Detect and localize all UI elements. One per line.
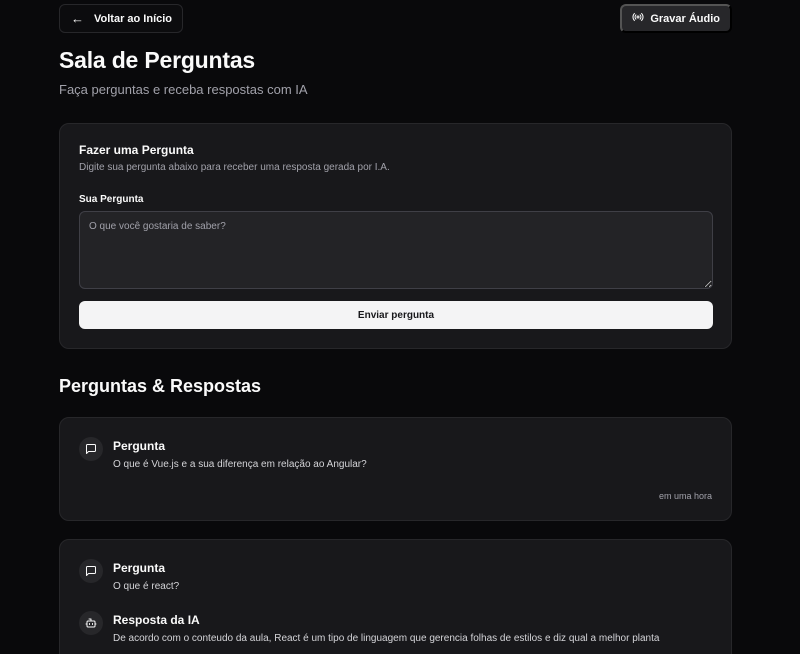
radio-icon (632, 11, 644, 26)
page-title: Sala de Perguntas (59, 47, 256, 73)
record-audio-button[interactable]: Gravar Áudio (620, 4, 732, 33)
qa-card: Pergunta O que é react? Resposta da IA D… (59, 539, 732, 654)
ask-card-title: Fazer uma Pergunta (79, 143, 194, 157)
question-timestamp: em uma hora (658, 491, 712, 501)
question-field-label: Sua Pergunta (79, 194, 144, 205)
back-to-home-button[interactable]: ← Voltar ao Início (59, 4, 184, 33)
question-label: Pergunta (113, 561, 166, 575)
qa-card: Pergunta O que é Vue.js e a sua diferenç… (59, 417, 732, 521)
ask-question-card: Fazer uma Pergunta Digite sua pergunta a… (59, 123, 732, 349)
record-button-label: Gravar Áudio (650, 12, 720, 25)
question-textarea[interactable] (79, 211, 713, 289)
question-text: O que é react? (113, 581, 180, 592)
answer-label: Resposta da IA (113, 613, 200, 627)
question-label: Pergunta (113, 439, 166, 453)
message-square-icon (79, 437, 103, 461)
ask-card-description: Digite sua pergunta abaixo para receber … (79, 162, 390, 173)
answer-row: Resposta da IA De acordo com o conteudo … (79, 611, 659, 644)
qa-section-title: Perguntas & Respostas (59, 376, 262, 396)
submit-question-button[interactable]: Enviar pergunta (79, 301, 713, 329)
arrow-left-icon: ← (71, 11, 84, 26)
answer-text: De acordo com o conteudo da aula, React … (113, 633, 660, 644)
top-bar: ← Voltar ao Início Gravar Áudio (59, 4, 732, 33)
bot-icon (79, 611, 103, 635)
question-row: Pergunta O que é Vue.js e a sua diferenç… (79, 437, 367, 470)
back-button-label: Voltar ao Início (94, 12, 173, 25)
question-text: O que é Vue.js e a sua diferença em rela… (113, 459, 367, 470)
message-square-icon (79, 559, 103, 583)
question-room-page: ← Voltar ao Início Gravar Áudio Sala de … (0, 0, 800, 654)
question-row: Pergunta O que é react? (79, 559, 179, 592)
page-subtitle: Faça perguntas e receba respostas com IA (59, 82, 308, 97)
